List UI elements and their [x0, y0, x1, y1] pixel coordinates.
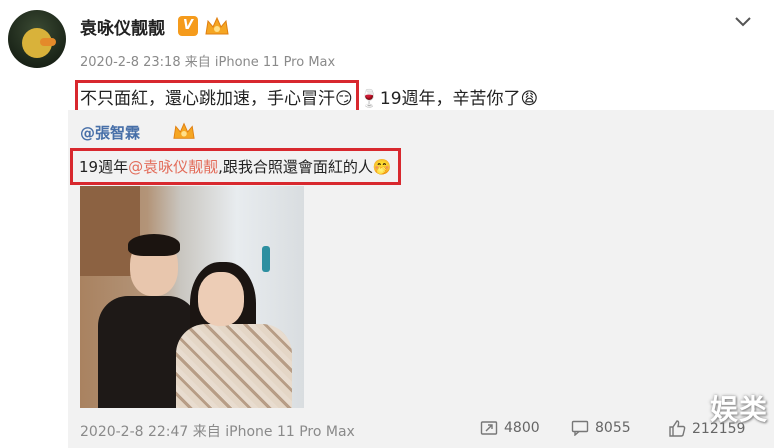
verified-badge: V [178, 16, 198, 36]
photo-woman [176, 262, 296, 408]
crown-icon [205, 16, 229, 35]
like-icon [669, 420, 686, 437]
avatar[interactable] [8, 10, 66, 68]
chevron-down-icon[interactable] [734, 12, 752, 33]
repost-meta: 2020-2-8 22:47 来自 iPhone 11 Pro Max [80, 421, 355, 441]
crown-icon [173, 122, 195, 139]
repost-count-button[interactable]: 4800 [480, 420, 540, 436]
comment-count: 8055 [595, 420, 631, 436]
repost-username[interactable]: @張智霖 [80, 122, 140, 143]
highlighted-text: 不只面紅，還心跳加速，手心冒汗😏 [75, 80, 359, 114]
post-text: 不只面紅，還心跳加速，手心冒汗😏 🍷19週年，辛苦你了😩 [75, 80, 539, 114]
post-text-rest: 🍷19週年，辛苦你了😩 [358, 89, 539, 109]
repost-source: 来自 iPhone 11 Pro Max [192, 424, 355, 440]
repost-card[interactable]: @張智霖 19週年@袁咏仪靓靓,跟我合照還會面紅的人🤭 2020-2-8 22:… [68, 110, 774, 448]
repost-photo[interactable] [80, 186, 304, 408]
repost-timestamp: 2020-2-8 22:47 [80, 424, 189, 440]
repost-text-prefix: 19週年 [79, 158, 129, 176]
avatar-image [22, 28, 56, 58]
comment-icon [571, 420, 589, 436]
weibo-post: 袁咏仪靓靓 V 2020-2-8 23:18 来自 iPhone 11 Pro … [0, 0, 774, 448]
watermark: 娱类 [709, 393, 768, 426]
post-source: 来自 iPhone 11 Pro Max [184, 55, 336, 70]
post-meta: 2020-2-8 23:18 来自 iPhone 11 Pro Max [80, 51, 335, 70]
repost-count: 4800 [504, 420, 540, 436]
post-username[interactable]: 袁咏仪靓靓 [80, 14, 165, 39]
repost-icon [480, 421, 498, 435]
comment-count-button[interactable]: 8055 [571, 420, 631, 436]
mention-link[interactable]: @袁咏仪靓靓 [128, 158, 218, 176]
post-timestamp: 2020-2-8 23:18 [80, 55, 181, 70]
repost-text-suffix: ,跟我合照還會面紅的人🤭 [218, 158, 392, 176]
repost-text: 19週年@袁咏仪靓靓,跟我合照還會面紅的人🤭 [70, 148, 401, 185]
